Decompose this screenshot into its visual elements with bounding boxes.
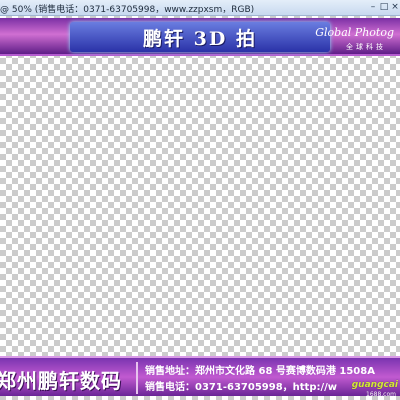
banner-title: 鹏轩 3D 拍: [143, 28, 257, 50]
window-titlebar: @ 50% (销售电话：0371-63705998，www.zzpxsm，RGB…: [0, 0, 400, 16]
sales-phone: 销售电话：0371-63705998，http://w: [145, 382, 338, 393]
watermark: guangcai: [351, 380, 398, 390]
watermark-sub: 1688.com: [366, 391, 396, 398]
global-photo-logo-subtext: 全球科技: [346, 43, 386, 51]
banner-divider: [136, 362, 138, 394]
transparent-canvas[interactable]: [0, 16, 400, 400]
minimize-icon[interactable]: –: [368, 1, 378, 13]
company-name: 郑州鹏轩数码: [0, 369, 122, 393]
bottom-banner: 郑州鹏轩数码 销售地址：郑州市文化路 68 号赛博数码港 1508A 销售电话：…: [0, 356, 400, 396]
sales-address: 销售地址：郑州市文化路 68 号赛博数码港 1508A: [145, 366, 375, 377]
window-title: @ 50% (销售电话：0371-63705998，www.zzpxsm，RGB…: [0, 5, 255, 15]
maximize-icon[interactable]: □: [379, 1, 389, 13]
top-banner: 鹏轩 3D 拍 Global Photog 全球科技: [0, 18, 400, 56]
global-photo-logo-text: Global Photog: [315, 26, 394, 39]
close-icon[interactable]: ×: [390, 1, 400, 13]
